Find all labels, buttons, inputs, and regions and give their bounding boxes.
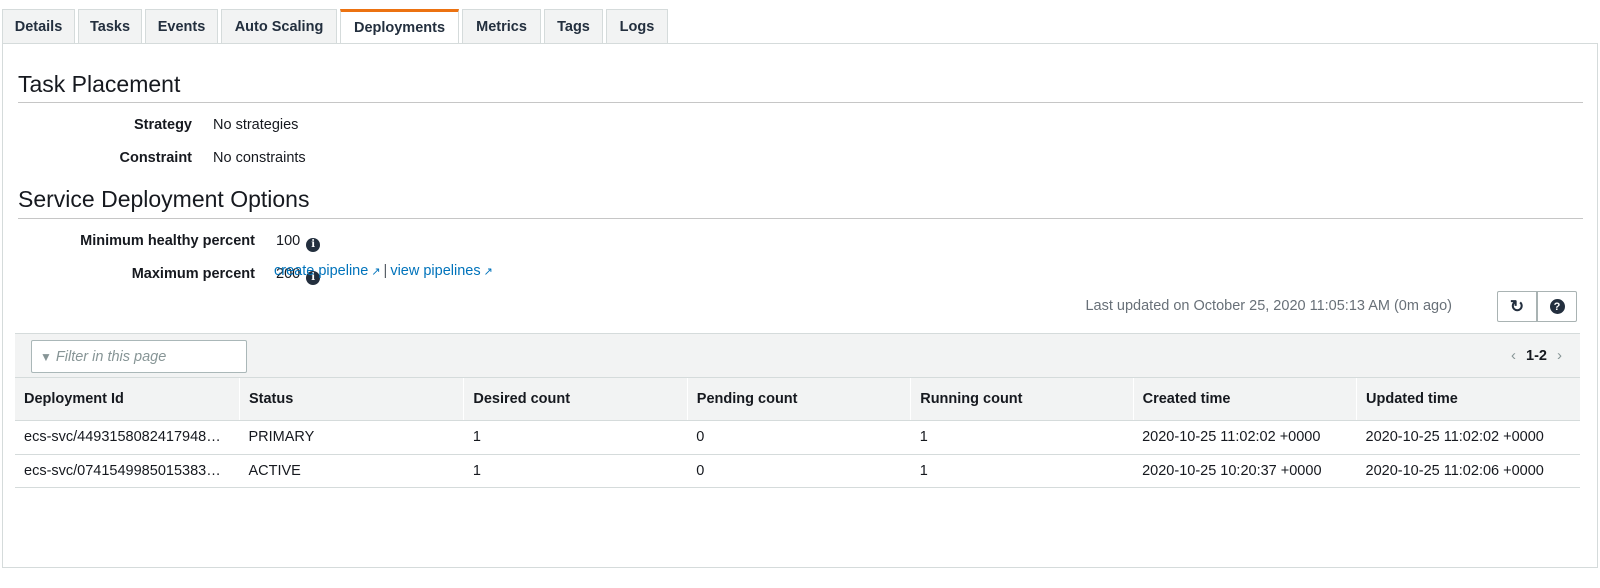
tab-tags[interactable]: Tags [544, 9, 603, 44]
tab-auto-scaling[interactable]: Auto Scaling [221, 9, 337, 44]
tab-label: Auto Scaling [234, 19, 324, 35]
table-header-row: Deployment Id Status Desired count Pendi… [15, 378, 1580, 421]
chevron-right-icon[interactable]: › [1557, 347, 1562, 364]
deployments-table: Deployment Id Status Desired count Pendi… [15, 378, 1580, 488]
pipeline-links: create pipeline ↗ | view pipelines ↗ [274, 263, 493, 279]
updated-time-cell: 2020-10-25 11:02:02 +0000 [1356, 420, 1580, 455]
tab-details[interactable]: Details [2, 9, 75, 44]
deployment-id-cell: ecs-svc/4493158082417948… [15, 420, 240, 455]
tab-label: Logs [619, 19, 655, 35]
filter-icon: ▼ [40, 349, 52, 364]
tab-events[interactable]: Events [145, 9, 218, 44]
tab-label: Events [157, 19, 206, 35]
tab-logs[interactable]: Logs [606, 9, 668, 44]
section-divider [18, 102, 1583, 103]
tab-label: Tasks [89, 19, 131, 35]
table-toolbar: ▼ ‹ 1-2 › [15, 333, 1580, 378]
desired-count-cell: 1 [463, 420, 688, 455]
external-link-icon: ↗ [371, 266, 381, 278]
tab-label: Tags [557, 19, 590, 35]
deployment-options-title: Service Deployment Options [18, 186, 310, 212]
min-healthy-value: 100 [276, 233, 301, 249]
refresh-button[interactable]: ↻ [1497, 291, 1537, 322]
tab-deployments[interactable]: Deployments [340, 9, 459, 44]
link-separator: | [383, 263, 388, 279]
max-percent-label: Maximum percent [131, 266, 255, 282]
table-row[interactable]: ecs-svc/4493158082417948… PRIMARY 1 0 1 … [15, 420, 1580, 455]
column-header-created-time[interactable]: Created time [1133, 378, 1358, 421]
column-header-deployment-id[interactable]: Deployment Id [15, 378, 240, 421]
column-header-status[interactable]: Status [239, 378, 465, 421]
min-healthy-value-row: 100 i [276, 233, 321, 252]
create-pipeline-link[interactable]: create pipeline ↗ [274, 263, 381, 279]
created-time-cell: 2020-10-25 10:20:37 +0000 [1133, 454, 1357, 488]
column-header-running-count[interactable]: Running count [910, 378, 1134, 421]
chevron-left-icon[interactable]: ‹ [1511, 347, 1516, 364]
view-pipelines-link[interactable]: view pipelines ↗ [390, 263, 493, 279]
constraint-label: Constraint [119, 150, 193, 166]
strategy-value: No strategies [213, 117, 299, 133]
min-healthy-label: Minimum healthy percent [80, 233, 255, 249]
tab-label: Details [14, 19, 63, 35]
task-placement-title: Task Placement [18, 71, 181, 97]
constraint-value: No constraints [213, 150, 306, 166]
status-cell: ACTIVE [239, 454, 464, 488]
updated-time-cell: 2020-10-25 11:02:06 +0000 [1356, 454, 1580, 488]
tab-metrics[interactable]: Metrics [462, 9, 541, 44]
external-link-icon: ↗ [483, 266, 493, 278]
table-row[interactable]: ecs-svc/0741549985015383… ACTIVE 1 0 1 2… [15, 454, 1580, 488]
desired-count-cell: 1 [463, 454, 688, 488]
create-pipeline-label: create pipeline [274, 263, 369, 279]
filter-box[interactable]: ▼ [31, 340, 247, 373]
running-count-cell: 1 [910, 420, 1134, 455]
deployment-id-cell: ecs-svc/0741549985015383… [15, 454, 240, 488]
tab-label: Deployments [353, 20, 446, 36]
running-count-cell: 1 [910, 454, 1134, 488]
info-icon[interactable]: i [306, 238, 321, 252]
pending-count-cell: 0 [687, 454, 911, 488]
tab-label: Metrics [476, 19, 527, 35]
help-button[interactable]: ? [1537, 291, 1577, 322]
last-updated-text: Last updated on October 25, 2020 11:05:1… [1085, 298, 1452, 314]
pending-count-cell: 0 [687, 420, 911, 455]
column-header-updated-time[interactable]: Updated time [1356, 378, 1580, 421]
view-pipelines-label: view pipelines [390, 263, 481, 279]
refresh-icon: ↻ [1509, 296, 1525, 316]
page-range: 1-2 [1526, 347, 1547, 364]
created-time-cell: 2020-10-25 11:02:02 +0000 [1133, 420, 1357, 455]
strategy-label: Strategy [133, 117, 192, 133]
section-divider [18, 218, 1583, 219]
tab-tasks[interactable]: Tasks [78, 9, 142, 44]
deployments-table-container: ▼ ‹ 1-2 › Deployment Id Status Desired c… [15, 333, 1580, 488]
column-header-pending-count[interactable]: Pending count [687, 378, 912, 421]
tab-bar: Details Tasks Events Auto Scaling Deploy… [2, 9, 671, 44]
pagination: ‹ 1-2 › [1511, 347, 1562, 364]
help-icon: ? [1549, 299, 1565, 314]
status-cell: PRIMARY [239, 420, 464, 455]
filter-input[interactable] [55, 348, 236, 365]
column-header-desired-count[interactable]: Desired count [463, 378, 688, 421]
